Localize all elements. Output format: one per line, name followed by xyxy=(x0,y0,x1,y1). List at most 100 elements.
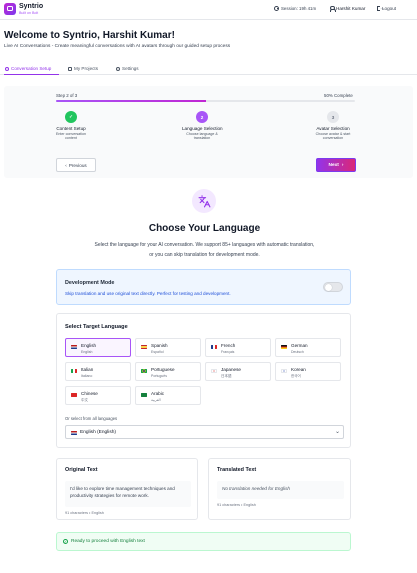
language-native: 中文 xyxy=(81,397,88,402)
next-label: Next xyxy=(328,162,339,168)
progress-bar xyxy=(56,100,355,102)
setup-stepper: Step 2 of 3 50% Complete ✓ Content Setup… xyxy=(4,86,413,178)
step-number: 3 xyxy=(327,111,339,123)
original-text-title: Original Text xyxy=(65,467,98,473)
language-option-arabic[interactable]: Arabic العربية xyxy=(135,386,201,405)
step-title: Language Selection xyxy=(182,126,223,131)
language-name: Chinese xyxy=(81,391,98,396)
tab-label: Settings xyxy=(122,66,139,71)
step-title: Content Setup xyxy=(56,126,86,131)
translated-text-panel: Translated Text No translation needed fo… xyxy=(208,458,351,520)
flag-kr-icon xyxy=(281,369,287,373)
language-name: Arabic xyxy=(151,391,165,396)
language-option-spanish[interactable]: Spanish Español xyxy=(135,338,201,357)
tab-label: Conversation Setup xyxy=(11,66,52,71)
flag-jp-icon xyxy=(211,369,217,373)
step-desc: Choose language & translation xyxy=(186,132,218,141)
ready-status: ✓ Ready to proceed with English text xyxy=(56,532,351,551)
language-option-italian[interactable]: Italian Italiano xyxy=(65,362,131,381)
language-native: 한국어 xyxy=(291,373,301,378)
dev-mode-title: Development Mode xyxy=(65,280,115,286)
language-option-chinese[interactable]: Chinese 中文 xyxy=(65,386,131,405)
translate-icon xyxy=(192,189,216,213)
session-timer: Session: 19h 41m xyxy=(274,6,316,11)
user-menu[interactable]: Harshit Kumar xyxy=(329,6,366,12)
step-number: 2 xyxy=(196,111,208,123)
folder-icon xyxy=(68,66,72,71)
progress-fill xyxy=(56,100,206,102)
flag-it-icon xyxy=(71,369,77,373)
original-text-panel: Original Text I'd like to explore time m… xyxy=(56,458,198,520)
language-name: German xyxy=(291,343,308,348)
tab-label: My Projects xyxy=(74,66,98,71)
language-dropdown[interactable]: English (English) ⌄ xyxy=(65,425,344,439)
language-selection-card: Select Target Language English English S… xyxy=(56,313,351,448)
step-desc: Enter conversation content xyxy=(56,132,86,141)
ready-text: Ready to proceed with English text xyxy=(71,539,145,544)
chat-icon xyxy=(5,66,9,71)
language-native: Español xyxy=(151,349,164,354)
chevron-left-icon: ‹ xyxy=(65,162,67,168)
brand-name: Syntrio xyxy=(19,3,44,10)
top-bar: Syntrio Built on Bolt Session: 19h 41m H… xyxy=(0,0,417,20)
language-option-french[interactable]: French Français xyxy=(205,338,271,357)
language-option-german[interactable]: German Deutsch xyxy=(275,338,341,357)
previous-button[interactable]: ‹ Previous xyxy=(56,158,96,172)
active-tab-indicator xyxy=(4,74,59,75)
all-languages-label: Or select from all languages xyxy=(65,416,118,421)
language-native: 日本語 xyxy=(221,373,232,378)
language-name: English xyxy=(81,343,97,348)
check-circle-icon: ✓ xyxy=(63,539,68,544)
language-option-japanese[interactable]: Japanese 日本語 xyxy=(205,362,271,381)
tab-conversation-setup[interactable]: Conversation Setup xyxy=(5,66,51,71)
tab-settings[interactable]: Settings xyxy=(116,66,139,71)
user-name: Harshit Kumar xyxy=(336,6,366,11)
original-char-count: 91 characters • English xyxy=(65,511,104,515)
language-native: العربية xyxy=(151,397,161,402)
user-icon xyxy=(329,6,336,12)
step-counter: Step 2 of 3 xyxy=(56,93,78,98)
flag-cn-icon xyxy=(71,393,77,397)
language-native: Français xyxy=(221,349,235,354)
page-subtitle: Live AI Conversations - Create meaningfu… xyxy=(4,44,231,49)
session-text: Session: 19h 41m xyxy=(281,6,317,11)
language-option-english[interactable]: English English xyxy=(65,338,131,357)
flag-us-icon xyxy=(71,431,77,435)
progress-percent: 50% Complete xyxy=(324,93,353,98)
logout-button[interactable]: Logout xyxy=(377,5,396,11)
flag-us-icon xyxy=(71,345,77,349)
language-name: French xyxy=(221,343,236,348)
original-text-content: I'd like to explore time management tech… xyxy=(65,481,191,507)
step-avatar-selection: 3 Avatar Selection Choose avatar & start… xyxy=(313,111,353,141)
dev-mode-toggle[interactable] xyxy=(323,282,343,292)
flag-fr-icon xyxy=(211,345,217,349)
flag-br-icon xyxy=(141,369,147,373)
translated-char-count: 91 characters • English xyxy=(217,503,256,507)
step-language-selection: 2 Language Selection Choose language & t… xyxy=(182,111,223,141)
next-button[interactable]: Next › xyxy=(316,158,356,172)
language-card-title: Select Target Language xyxy=(65,324,128,330)
language-option-korean[interactable]: Korean 한국어 xyxy=(275,362,341,381)
translated-text-content: No translation needed for English xyxy=(217,481,344,499)
language-name: Italian xyxy=(81,367,94,372)
gear-icon xyxy=(116,66,120,71)
dropdown-value: English (English) xyxy=(80,430,116,435)
clock-icon xyxy=(274,6,279,11)
step-content-setup: ✓ Content Setup Enter conversation conte… xyxy=(51,111,91,141)
logout-icon xyxy=(377,5,385,11)
chevron-right-icon: › xyxy=(341,162,344,168)
toggle-knob xyxy=(325,284,332,291)
language-name: Portuguese xyxy=(151,367,175,372)
development-mode-panel: Development Mode Skip translation and us… xyxy=(56,269,351,305)
dev-mode-description: Skip translation and use original text d… xyxy=(65,291,231,296)
language-native: English xyxy=(81,349,93,354)
language-option-portuguese[interactable]: Portuguese Português xyxy=(135,362,201,381)
flag-de-icon xyxy=(281,345,287,349)
logo-icon[interactable] xyxy=(4,3,16,15)
brand-tagline[interactable]: Built on Bolt xyxy=(19,11,38,15)
tab-my-projects[interactable]: My Projects xyxy=(68,66,98,71)
check-icon: ✓ xyxy=(65,111,77,123)
language-name: Spanish xyxy=(151,343,168,348)
step-title: Avatar Selection xyxy=(316,126,350,131)
language-native: Italiano xyxy=(81,373,93,378)
